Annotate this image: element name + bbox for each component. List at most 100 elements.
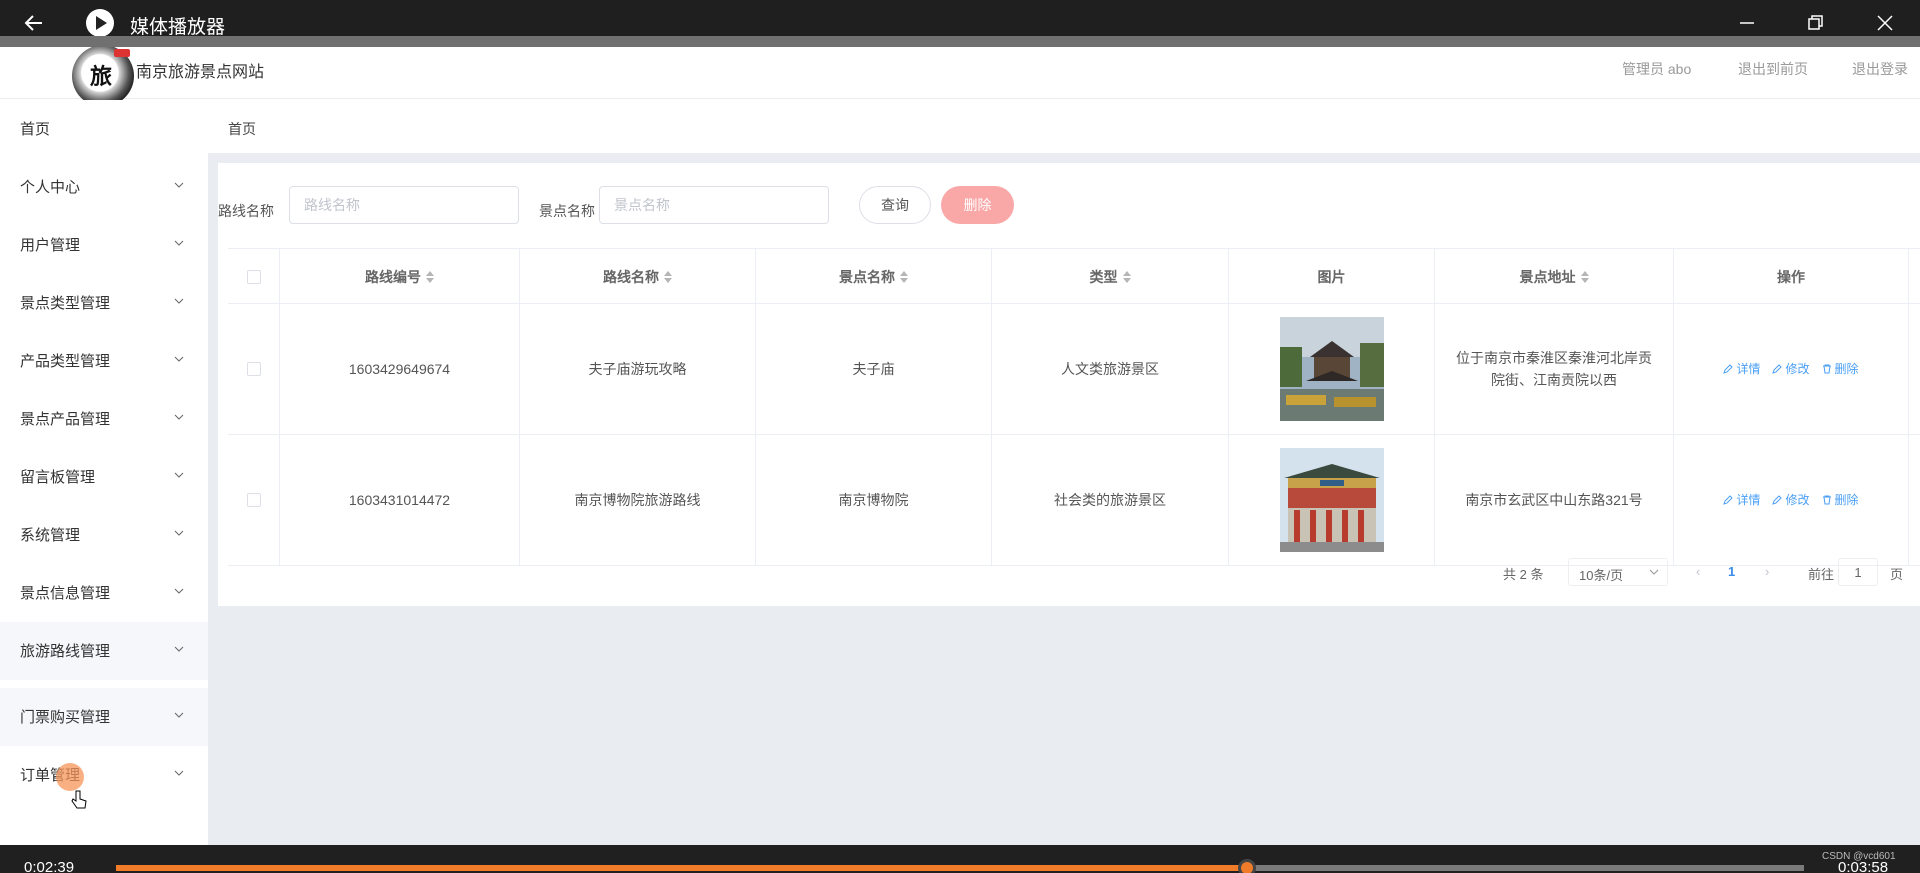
- page-size-select[interactable]: 10条/页: [1568, 558, 1668, 586]
- player-logo-icon: [86, 9, 114, 37]
- row-select-cell: [228, 435, 280, 565]
- actions-cell: 详情 修改 删除: [1674, 435, 1909, 565]
- row-checkbox[interactable]: [246, 493, 261, 507]
- admin-user-link[interactable]: 管理员 abo: [1622, 59, 1691, 79]
- sort-icon[interactable]: [1122, 271, 1131, 283]
- prev-page-icon[interactable]: ‹: [1696, 564, 1700, 579]
- sidebar-item-spot-types[interactable]: 景点类型管理: [0, 274, 208, 332]
- sidebar-item-message-board[interactable]: 留言板管理: [0, 448, 208, 506]
- route-id-cell: 1603429649674: [280, 304, 520, 434]
- col-spot-name[interactable]: 景点名称: [756, 249, 992, 305]
- col-type-label: 类型: [1089, 269, 1118, 285]
- col-route-name[interactable]: 路线名称: [520, 249, 756, 305]
- sidebar-item-tickets[interactable]: 门票购买管理: [0, 688, 208, 746]
- close-icon[interactable]: [1870, 8, 1900, 38]
- chevron-down-icon: [174, 298, 184, 304]
- route-name-input[interactable]: [289, 186, 519, 224]
- edit-button[interactable]: 修改: [1772, 489, 1810, 511]
- back-arrow-icon[interactable]: [22, 11, 46, 35]
- hand-cursor-icon: [71, 790, 87, 809]
- sort-icon[interactable]: [1580, 271, 1589, 283]
- table-row: 1603429649674 夫子庙游玩攻略 夫子庙 人文类旅游景区 位于南京市秦…: [228, 304, 1920, 435]
- spot-name-cell: 夫子庙: [756, 304, 992, 434]
- edit-label: 修改: [1785, 493, 1810, 507]
- select-all-cell: [228, 249, 280, 305]
- back-to-front-link[interactable]: 退出到前页: [1738, 59, 1808, 79]
- edit-pen-icon: [1772, 495, 1783, 505]
- site-logo: 旅: [72, 47, 134, 107]
- sidebar-item-spot-info[interactable]: 景点信息管理: [0, 564, 208, 622]
- chevron-down-icon: [174, 182, 184, 188]
- row-select-cell: [228, 304, 280, 434]
- route-name-cell: 夫子庙游玩攻略: [520, 304, 756, 434]
- sidebar-item-label: 个人中心: [20, 179, 81, 196]
- sidebar-item-label: 旅游路线管理: [20, 643, 111, 660]
- sidebar-item-label: 首页: [20, 121, 51, 138]
- chevron-down-icon: [174, 646, 184, 652]
- sidebar-item-label: 系统管理: [20, 527, 81, 544]
- select-all-checkbox[interactable]: [246, 270, 261, 284]
- col-actions: 操作: [1674, 249, 1909, 305]
- edit-button[interactable]: 修改: [1772, 358, 1810, 380]
- seek-handle[interactable]: [1237, 859, 1256, 873]
- actions-cell: 详情 修改 删除: [1674, 304, 1909, 434]
- sidebar-item-routes[interactable]: 旅游路线管理: [0, 622, 208, 680]
- sidebar-item-product-types[interactable]: 产品类型管理: [0, 332, 208, 390]
- page-number-current[interactable]: 1: [1728, 564, 1735, 579]
- sidebar: 首页 个人中心 用户管理 景点类型管理 产品类型管理 景点产品管理 留言板管理 …: [0, 100, 208, 845]
- sort-icon[interactable]: [426, 271, 434, 283]
- chevron-down-icon: [174, 472, 184, 478]
- main-content: 首页 路线名称 景点名称 查询 删除 路线编号 路线名称 景点名称 类型 图片 …: [208, 100, 1920, 845]
- sidebar-item-label: 景点信息管理: [20, 585, 111, 602]
- edit-label: 修改: [1785, 362, 1810, 376]
- sidebar-item-users[interactable]: 用户管理: [0, 216, 208, 274]
- goto-page-input[interactable]: 1: [1838, 558, 1878, 586]
- seek-bar[interactable]: [116, 865, 1804, 871]
- temple-thumbnail[interactable]: [1279, 317, 1384, 421]
- row-checkbox[interactable]: [246, 362, 261, 376]
- col-route-name-label: 路线名称: [603, 269, 659, 285]
- route-name-cell: 南京博物院旅游路线: [520, 435, 756, 565]
- breadcrumb[interactable]: 首页: [228, 119, 256, 139]
- trash-icon: [1822, 495, 1831, 505]
- delete-button[interactable]: 删除: [1822, 358, 1859, 380]
- museum-thumbnail[interactable]: [1279, 448, 1384, 552]
- sidebar-item-orders[interactable]: 订单管理: [0, 746, 208, 804]
- sidebar-item-spot-products[interactable]: 景点产品管理: [0, 390, 208, 448]
- next-page-icon[interactable]: ›: [1765, 564, 1769, 579]
- col-address[interactable]: 景点地址: [1435, 249, 1674, 305]
- col-route-id-label: 路线编号: [365, 269, 421, 285]
- detail-label: 详情: [1736, 493, 1761, 507]
- detail-button[interactable]: 详情: [1723, 489, 1760, 511]
- type-cell: 人文类旅游景区: [992, 304, 1229, 434]
- route-list-panel: 路线名称 景点名称 查询 删除 路线编号 路线名称 景点名称 类型 图片 景点地…: [218, 163, 1920, 606]
- sort-icon[interactable]: [900, 271, 908, 283]
- col-route-id[interactable]: 路线编号: [280, 249, 520, 305]
- click-highlight: [56, 763, 84, 791]
- page-size-value: 10条/页: [1579, 568, 1624, 583]
- query-button[interactable]: 查询: [859, 186, 931, 224]
- col-type[interactable]: 类型: [992, 249, 1229, 305]
- sidebar-item-label: 留言板管理: [20, 469, 96, 486]
- logout-link[interactable]: 退出登录: [1852, 59, 1908, 79]
- sidebar-item-label: 景点类型管理: [20, 295, 111, 312]
- chevron-down-icon: [174, 712, 184, 718]
- minimize-icon[interactable]: [1732, 8, 1762, 38]
- batch-delete-button[interactable]: 删除: [941, 186, 1014, 224]
- sidebar-item-system[interactable]: 系统管理: [0, 506, 208, 564]
- site-name: 南京旅游景点网站: [136, 64, 265, 81]
- restore-icon[interactable]: [1800, 8, 1830, 38]
- trash-icon: [1822, 364, 1831, 374]
- sidebar-item-label: 门票购买管理: [20, 709, 111, 726]
- sidebar-item-home[interactable]: 首页: [0, 100, 208, 158]
- breadcrumb-bar: 首页: [208, 100, 1920, 153]
- delete-button[interactable]: 删除: [1822, 489, 1859, 511]
- player-frame-strip: [0, 36, 1920, 47]
- spot-name-input[interactable]: [599, 186, 829, 224]
- sort-icon[interactable]: [664, 271, 672, 283]
- col-image: 图片: [1229, 249, 1435, 305]
- sidebar-item-personal-center[interactable]: 个人中心: [0, 158, 208, 216]
- detail-button[interactable]: 详情: [1723, 358, 1760, 380]
- type-cell: 社会类的旅游景区: [992, 435, 1229, 565]
- chevron-down-icon: [174, 240, 184, 246]
